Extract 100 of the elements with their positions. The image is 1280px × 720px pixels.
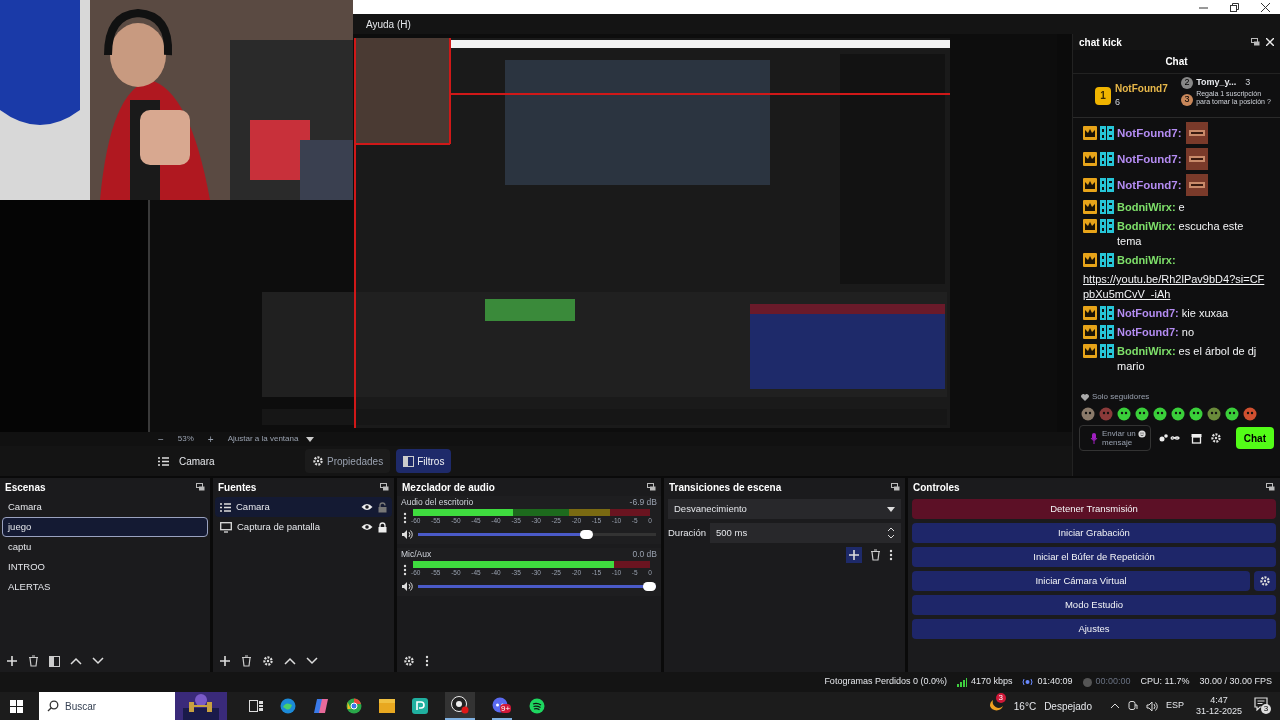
move-up-icon[interactable]	[70, 657, 82, 665]
emote-icon[interactable]	[1189, 407, 1203, 421]
badge-icon	[1100, 126, 1114, 140]
undock-icon[interactable]	[196, 483, 205, 491]
swirl-app-icon[interactable]	[280, 698, 296, 714]
clock-time[interactable]: 4:47	[1210, 695, 1228, 706]
taskbar-app[interactable]	[445, 692, 475, 720]
zoom-out-button[interactable]: −	[158, 431, 164, 447]
trash-icon[interactable]	[870, 549, 881, 561]
menu-item[interactable]: Ayuda (H)	[362, 16, 415, 32]
eye-icon[interactable]	[361, 523, 373, 531]
start-icon[interactable]	[10, 699, 23, 713]
source-item[interactable]: Camara	[215, 497, 392, 517]
add-icon[interactable]	[6, 655, 18, 667]
badge-icon	[1100, 152, 1114, 166]
undock-icon[interactable]	[891, 483, 900, 491]
gear-icon[interactable]	[262, 655, 274, 667]
volume-icon[interactable]	[1145, 700, 1158, 712]
undock-icon[interactable]	[1266, 483, 1275, 491]
volume-slider[interactable]	[418, 582, 656, 591]
undock-icon[interactable]	[1251, 38, 1260, 46]
speaker-icon[interactable]	[401, 529, 413, 541]
source-name: Camara	[179, 454, 216, 469]
scene-item[interactable]: INTROO	[2, 557, 208, 577]
send-button[interactable]: Chat	[1235, 427, 1274, 449]
link[interactable]: https://youtu.be/Rh2lPav9bD4?si=CFpbXu5mCvV_-iAh	[1083, 272, 1270, 302]
microphone-icon	[1090, 432, 1098, 444]
spinner-icon[interactable]	[887, 526, 895, 540]
emote-icon[interactable]	[1207, 407, 1221, 421]
count-badge: 9+	[500, 704, 512, 713]
restore-icon[interactable]	[1230, 2, 1239, 12]
kebab-icon[interactable]	[889, 549, 893, 561]
control-button[interactable]: Iniciar Grabación	[912, 523, 1276, 543]
speaker-icon[interactable]	[401, 581, 413, 592]
kebab-icon[interactable]	[403, 512, 407, 524]
camera-icon[interactable]	[1127, 700, 1138, 712]
source-item[interactable]: Captura de pantalla	[215, 517, 392, 537]
notification-icon[interactable]	[1254, 697, 1268, 711]
emote-icon[interactable]	[1153, 407, 1167, 421]
message-input[interactable]: Enviar un mensaje	[1079, 425, 1151, 451]
loop-app-icon[interactable]	[412, 698, 428, 714]
emote-icon[interactable]	[1243, 407, 1257, 421]
settings-icon[interactable]	[1210, 432, 1222, 444]
store-icon[interactable]	[1191, 432, 1202, 444]
move-down-icon[interactable]	[92, 657, 104, 665]
browser-icon[interactable]	[346, 698, 362, 714]
lock-icon[interactable]	[378, 521, 387, 533]
emote-icon[interactable]	[1081, 407, 1095, 421]
channel-reading: 0.0 dB	[632, 547, 657, 561]
add-button[interactable]	[846, 547, 862, 563]
moon-icon[interactable]	[987, 697, 1004, 713]
scene-item[interactable]: ALERTAS	[2, 577, 208, 597]
zoom-in-button[interactable]: +	[207, 431, 214, 447]
scene-item[interactable]: captu	[2, 537, 208, 557]
unlock-icon[interactable]	[378, 501, 387, 513]
record-icon	[1082, 677, 1092, 687]
emote-icon[interactable]	[1225, 407, 1239, 421]
kebab-icon[interactable]	[425, 655, 429, 667]
trash-icon[interactable]	[241, 655, 252, 667]
volume-slider[interactable]	[418, 530, 656, 540]
fit-dropdown[interactable]: Ajustar a la ventana	[227, 433, 315, 445]
control-button[interactable]: Iniciar Cámara Virtual	[912, 571, 1250, 591]
duration-field[interactable]: 500 ms	[710, 523, 901, 543]
undock-icon[interactable]	[380, 483, 389, 491]
scene-item[interactable]: Camara	[2, 497, 208, 517]
scene-item[interactable]: juego	[2, 517, 208, 537]
gear-icon[interactable]	[403, 655, 415, 667]
music-app-icon[interactable]	[529, 698, 545, 714]
settings-button[interactable]	[1254, 571, 1276, 591]
toolbar-tab[interactable]: Propiedades	[305, 449, 391, 473]
move-up-icon[interactable]	[284, 657, 296, 665]
transition-dropdown[interactable]: Desvanecimiento	[668, 499, 901, 519]
slider-thumb[interactable]	[580, 530, 593, 540]
task-view-icon[interactable]	[249, 700, 263, 712]
toolbar-tab[interactable]: Filtros	[396, 449, 452, 473]
trash-icon[interactable]	[28, 655, 39, 667]
chevron-up-icon[interactable]	[1109, 703, 1120, 709]
filter-icon[interactable]	[49, 655, 60, 667]
language-indicator[interactable]: ESP	[1165, 699, 1184, 713]
control-button[interactable]: Modo Estudio	[912, 595, 1276, 615]
control-button[interactable]: Detener Transmisión	[912, 499, 1276, 519]
slider-thumb[interactable]	[643, 582, 656, 591]
undock-icon[interactable]	[647, 483, 656, 491]
dock-title: Transiciones de escena	[669, 480, 782, 495]
chat-message: NotFound7:	[1117, 125, 1182, 141]
emote-icon[interactable]	[1117, 407, 1131, 421]
emoji-icon[interactable]	[1137, 429, 1146, 438]
control-button[interactable]: Iniciar el Búfer de Repetición	[912, 547, 1276, 567]
taskbar-app[interactable]: 9+	[492, 692, 512, 720]
emote-icon[interactable]	[1135, 407, 1149, 421]
move-down-icon[interactable]	[306, 657, 318, 665]
search-field[interactable]: Buscar	[39, 692, 227, 720]
kebab-icon[interactable]	[403, 563, 407, 576]
control-button[interactable]: Ajustes	[912, 619, 1276, 639]
emote-icon[interactable]	[1171, 407, 1185, 421]
add-icon[interactable]	[219, 655, 231, 667]
eye-icon[interactable]	[361, 503, 373, 511]
ribbon-app-icon[interactable]	[313, 698, 329, 714]
close-icon[interactable]	[1261, 2, 1270, 12]
clock-date[interactable]: 31-12-2025	[1195, 706, 1242, 717]
